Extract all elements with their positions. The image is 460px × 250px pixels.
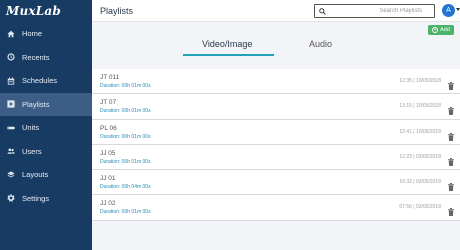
tab-video-image[interactable]: Video/Image <box>202 39 252 49</box>
sidebar-item-label: Recents <box>22 52 50 62</box>
playlist-name: JT 07 <box>100 99 117 107</box>
playlist-name: PL 06 <box>100 124 117 132</box>
trash-icon[interactable] <box>448 178 454 192</box>
chevron-down-icon[interactable] <box>456 8 460 11</box>
calendar-icon <box>6 76 16 86</box>
media-tabs: Video/Image Audio <box>92 37 460 59</box>
sidebar-item-recents[interactable]: Recents <box>0 46 92 70</box>
sidebar-item-label: Layouts <box>22 170 49 180</box>
search-input[interactable] <box>327 8 434 14</box>
list-item[interactable]: JJ 05 Duration: 00h 01m 00s 12:23 | 03/0… <box>92 144 460 171</box>
playlist-name: JT 011 <box>100 74 120 81</box>
playlist-date: 12:35 | 10/05/2018 <box>399 78 441 84</box>
sidebar-item-label: Playlists <box>22 99 50 109</box>
sidebar-item-schedules[interactable]: Schedules <box>0 69 92 93</box>
users-icon <box>6 146 16 156</box>
trash-icon[interactable] <box>448 128 454 141</box>
home-icon <box>6 29 16 39</box>
layouts-icon <box>6 170 16 180</box>
search-icon[interactable] <box>317 5 327 17</box>
sidebar-item-home[interactable]: Home <box>0 22 92 46</box>
playlist-date: 16:32 | 03/05/2018 <box>399 179 441 186</box>
playlist-icon <box>6 99 16 109</box>
playlist-date: 12:41 | 10/05/2018 <box>399 128 441 135</box>
playlist-duration: Duration: 00h 01m 00s <box>100 209 151 216</box>
sidebar-item-units[interactable]: Units <box>0 116 92 140</box>
playlist-duration: Duration: 00h 01m 00s <box>100 108 151 115</box>
playlist-date: 13:15 | 10/05/2018 <box>399 103 441 110</box>
sidebar-item-users[interactable]: Users <box>0 140 92 164</box>
list-item[interactable]: JT 07 Duration: 00h 01m 00s 13:15 | 10/0… <box>92 94 460 120</box>
sidebar-item-label: Users <box>22 146 42 156</box>
sidebar-item-label: Settings <box>22 193 50 203</box>
logo[interactable]: MuxLab <box>0 0 92 22</box>
search-box[interactable] <box>314 4 435 18</box>
active-tab-indicator <box>183 54 274 56</box>
sidebar-item-label: Units <box>22 123 40 133</box>
sidebar-item-settings[interactable]: Settings <box>0 187 92 211</box>
tab-audio[interactable]: Audio <box>309 39 332 49</box>
trash-icon[interactable] <box>448 102 454 116</box>
avatar[interactable]: A <box>442 4 455 17</box>
list-item[interactable]: JJ 02 Duration: 00h 01m 00s 07:56 | 03/0… <box>92 195 460 221</box>
playlist-date: 12:23 | 03/05/2018 <box>399 153 441 160</box>
sidebar-item-label: Schedules <box>22 76 58 86</box>
playlist-list: JT 011 Duration: 00h 01m 00s 12:35 | 10/… <box>92 69 460 221</box>
trash-icon[interactable] <box>448 203 454 217</box>
playlist-duration: Duration: 00h 01m 00s <box>100 83 151 89</box>
list-item[interactable]: JT 011 Duration: 00h 01m 00s 12:35 | 10/… <box>92 69 460 95</box>
playlist-date: 07:56 | 03/05/2018 <box>399 204 441 211</box>
add-playlist-button[interactable]: + Add <box>428 25 454 35</box>
plus-icon: + <box>432 27 439 33</box>
top-header: Playlists A <box>92 0 460 22</box>
sidebar-item-layouts[interactable]: Layouts <box>0 163 92 187</box>
page-title: Playlists <box>100 6 134 16</box>
playlist-duration: Duration: 00h 04m 00s <box>100 184 151 191</box>
trash-icon[interactable] <box>448 77 454 90</box>
recents-icon <box>6 52 16 62</box>
units-icon <box>6 123 16 133</box>
trash-icon[interactable] <box>448 153 454 166</box>
list-item[interactable]: PL 06 Duration: 00h 01m 00s 12:41 | 10/0… <box>92 119 460 145</box>
sidebar-item-label: Home <box>22 29 43 39</box>
sidebar-item-playlists[interactable]: Playlists <box>0 92 92 116</box>
playlist-name: JJ 05 <box>100 149 116 157</box>
playlist-duration: Duration: 00h 01m 00s <box>100 158 151 165</box>
sidebar: MuxLab Home Recents Schedules Playlists <box>0 0 92 250</box>
playlist-name: JJ 01 <box>100 175 116 183</box>
list-item[interactable]: JJ 01 Duration: 00h 04m 00s 16:32 | 03/0… <box>92 170 460 196</box>
sidebar-nav: Home Recents Schedules Playlists Units U… <box>0 22 92 210</box>
playlist-duration: Duration: 00h 01m 00s <box>100 133 151 140</box>
gear-icon <box>6 193 16 203</box>
playlist-name: JJ 02 <box>100 200 116 208</box>
add-button-label: Add <box>440 27 450 33</box>
logo-text: MuxLab <box>6 4 61 18</box>
